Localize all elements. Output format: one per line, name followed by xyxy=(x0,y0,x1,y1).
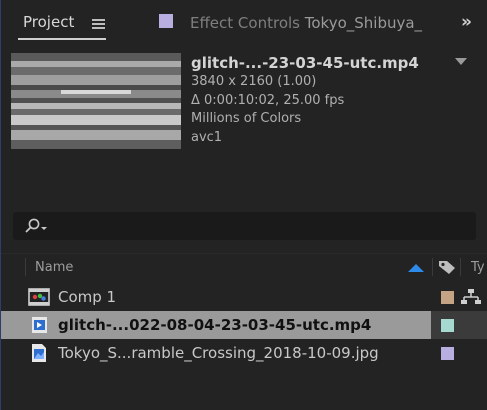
column-header: Name Ty xyxy=(1,253,487,279)
search-input[interactable] xyxy=(55,216,465,236)
footage-thumbnail xyxy=(11,53,181,149)
label-color-swatch[interactable] xyxy=(441,347,454,360)
footage-colors: Millions of Colors xyxy=(191,111,302,127)
project-item-name: glitch-...022-08-04-23-03-45-utc.mp4 xyxy=(58,316,372,334)
project-panel: Project Effect Controls Tokyo_Shibuya_ »… xyxy=(0,0,487,410)
image-file-icon xyxy=(32,344,46,362)
panel-menu-icon[interactable] xyxy=(92,19,105,30)
project-item-name: Comp 1 xyxy=(58,288,117,306)
tab-effect-controls[interactable]: Effect Controls Tokyo_Shibuya_ xyxy=(190,14,422,32)
footage-duration: Δ 0:00:10:02, 25.00 fps xyxy=(191,92,345,108)
project-item-name: Tokyo_S...ramble_Crossing_2018-10-09.jpg xyxy=(58,344,379,362)
footage-resolution: 3840 x 2160 (1.00) xyxy=(191,74,317,89)
column-type[interactable]: Ty xyxy=(471,260,485,275)
footage-info: glitch-...-23-03-45-utc.mp4 3840 x 2160 … xyxy=(191,54,419,147)
label-color-swatch[interactable] xyxy=(441,319,454,332)
column-name[interactable]: Name xyxy=(35,260,73,275)
footage-usage-dropdown-icon[interactable] xyxy=(455,58,467,65)
footage-codec: avc1 xyxy=(191,129,223,145)
more-tabs-chevron-icon[interactable]: » xyxy=(461,12,472,32)
effect-controls-label-swatch xyxy=(159,14,173,28)
panel-tab-bar: Project Effect Controls Tokyo_Shibuya_ » xyxy=(1,0,487,46)
search-icon[interactable] xyxy=(23,218,49,234)
project-item-row[interactable]: Comp 1 xyxy=(1,283,487,311)
video-footage-icon xyxy=(32,317,47,333)
tab-project[interactable]: Project xyxy=(23,13,74,31)
composition-icon xyxy=(28,288,50,306)
flowchart-icon[interactable] xyxy=(461,289,481,305)
search-field[interactable] xyxy=(13,212,476,240)
label-color-swatch[interactable] xyxy=(441,291,454,304)
tab-active-indicator xyxy=(18,38,106,40)
tab-effect-controls-label: Effect Controls xyxy=(190,14,300,32)
footage-filename: glitch-...-23-03-45-utc.mp4 xyxy=(191,54,419,72)
label-tag-icon[interactable] xyxy=(438,259,456,275)
tab-effect-controls-target: Tokyo_Shibuya_ xyxy=(304,14,423,32)
project-item-row[interactable]: Tokyo_S...ramble_Crossing_2018-10-09.jpg xyxy=(1,339,487,367)
project-item-row-selected[interactable]: glitch-...022-08-04-23-03-45-utc.mp4 xyxy=(1,311,487,339)
sort-ascending-icon[interactable] xyxy=(408,264,424,272)
